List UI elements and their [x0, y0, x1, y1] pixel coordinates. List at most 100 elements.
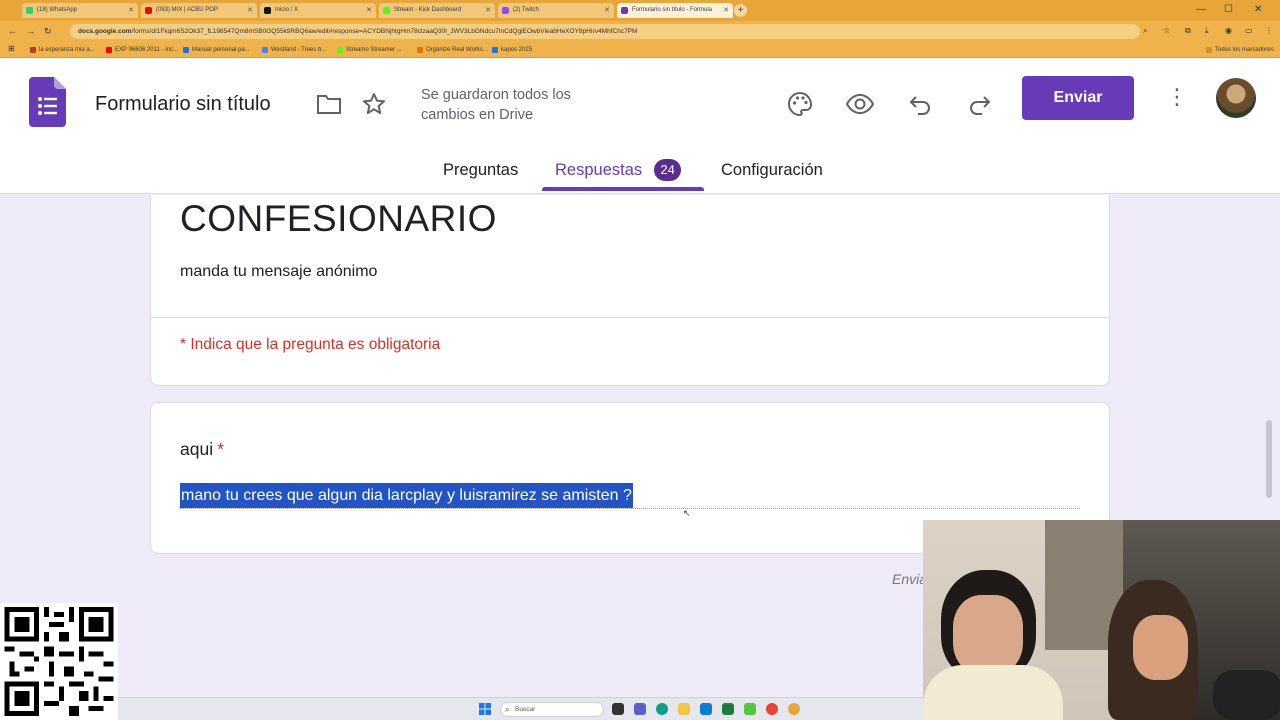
doc-icon — [492, 47, 498, 53]
tab-label: Respuestas — [555, 161, 643, 179]
menu-icon[interactable]: ⋮ — [1265, 26, 1273, 35]
forms-header: Formulario sin título Se guardaron todos… — [0, 58, 1280, 194]
url-field[interactable]: docs.google.com/forms/d/1Fkqm6S2Ok37_fL1… — [70, 24, 1140, 39]
close-icon[interactable]: ✕ — [247, 3, 253, 18]
close-icon[interactable]: ✕ — [604, 3, 610, 18]
kick-icon — [383, 7, 390, 14]
question-label: aqui * — [180, 439, 224, 460]
bookmark-item[interactable]: kapos 2025 — [492, 44, 532, 56]
browser-tab-x[interactable]: Inicio / X ✕ — [260, 3, 376, 18]
bookmark-item[interactable]: Westland - Trees b... — [262, 44, 326, 56]
browser-tab-twitch[interactable]: (2) Twitch ✕ — [498, 3, 614, 18]
search-placeholder: Buscar — [515, 706, 536, 713]
webcam-overlay — [923, 520, 1280, 720]
microphone — [1213, 670, 1280, 720]
bookmark-icon — [30, 47, 36, 53]
folder-icon[interactable] — [315, 90, 343, 118]
globe-icon — [262, 47, 268, 53]
responses-count-badge: 24 — [654, 159, 682, 181]
browser-tab-kick[interactable]: Stream - Kick Dashboard ✕ — [379, 3, 495, 18]
profile-icon[interactable]: ◉ — [1225, 26, 1232, 35]
star-icon[interactable] — [360, 90, 388, 118]
chrome-icon[interactable] — [766, 703, 778, 715]
more-options-icon[interactable]: ⋮ — [1165, 84, 1189, 110]
bookmark-item[interactable]: EXP 96606 2011 - Inc... — [106, 44, 178, 56]
divider — [151, 317, 1109, 318]
tab-respuestas[interactable]: Respuestas 24 — [555, 159, 682, 181]
bookmark-item[interactable]: Streamo Streamer ... — [337, 44, 402, 56]
whatsapp-icon — [26, 7, 33, 14]
extensions-icon[interactable]: ⧉ — [1185, 26, 1191, 36]
zoom-icon[interactable]: ⌕ — [1143, 26, 1147, 36]
back-icon[interactable]: ← — [8, 26, 17, 36]
bookmark-label: Westland - Trees b... — [271, 47, 327, 53]
chrome-profile-icon[interactable] — [788, 703, 800, 715]
form-title: CONFESIONARIO — [180, 198, 497, 239]
webcam-person-face — [953, 595, 1023, 675]
bookmarks-bar: ⊞ la esperanza mia a... EXP 96606 2011 -… — [0, 42, 1280, 58]
close-icon[interactable]: ✕ — [485, 3, 491, 18]
task-view-icon[interactable] — [612, 703, 624, 715]
sidebar-icon[interactable]: ▭ — [1245, 26, 1253, 35]
minimize-icon[interactable]: — — [1196, 4, 1206, 15]
scrollbar[interactable] — [1266, 420, 1272, 498]
browser-tab-youtube[interactable]: (083) MIX | ACBU POP ✕ — [141, 3, 257, 18]
avatar[interactable] — [1216, 78, 1256, 118]
forward-icon[interactable]: → — [26, 26, 35, 36]
store-icon[interactable] — [700, 703, 712, 715]
tab-label: (18) WhatsApp — [37, 7, 78, 13]
globe-icon — [417, 47, 423, 53]
maximize-icon[interactable]: ☐ — [1224, 4, 1233, 15]
close-icon[interactable]: ✕ — [723, 3, 729, 18]
save-status-line: cambios en Drive — [421, 107, 534, 123]
answer-text-selected[interactable]: mano tu crees que algun dia larcplay y l… — [180, 483, 633, 508]
send-button[interactable]: Enviar — [1022, 76, 1134, 120]
bookmark-item[interactable]: Manual personal pa... — [183, 44, 250, 56]
new-tab-button[interactable]: + — [734, 4, 747, 17]
browser-tab-whatsapp[interactable]: (18) WhatsApp ✕ — [22, 3, 138, 18]
google-forms-icon — [621, 7, 628, 14]
taskbar-search[interactable]: ⌕ Buscar — [500, 702, 604, 717]
preview-eye-icon[interactable] — [846, 90, 874, 118]
bookmark-label: Manual personal pa... — [192, 47, 250, 53]
x-logo-icon — [264, 7, 271, 14]
webcam-person-shirt — [923, 665, 1063, 720]
bookmark-item[interactable]: la esperanza mia a... — [30, 44, 95, 56]
google-forms-logo-icon[interactable] — [29, 77, 66, 127]
kick-icon — [337, 47, 343, 53]
browser-tab-forms[interactable]: Formulario sin título - Formula ✕ — [617, 3, 733, 18]
close-icon[interactable]: ✕ — [366, 3, 372, 18]
teams-icon[interactable] — [634, 703, 646, 715]
file-explorer-icon[interactable] — [678, 703, 690, 715]
all-bookmarks[interactable]: Todos los marcadores — [1206, 44, 1274, 56]
bookmark-star-icon[interactable]: ☆ — [1163, 26, 1170, 35]
redo-icon[interactable] — [966, 90, 994, 118]
apps-grid-icon[interactable]: ⊞ — [8, 44, 15, 53]
bookmark-label: Streamo Streamer ... — [346, 47, 402, 53]
download-icon[interactable]: ⤓ — [1205, 26, 1209, 36]
url-path: /forms/d/1Fkqm6S2Ok37_fL198547Qm8mSB0GQ5… — [131, 28, 638, 35]
bookmark-item[interactable]: Organize Real Works... — [417, 44, 488, 56]
close-window-icon[interactable]: ✕ — [1254, 4, 1262, 15]
reload-icon[interactable]: ↻ — [44, 26, 52, 37]
tab-configuracion[interactable]: Configuración — [721, 161, 823, 180]
windows-taskbar: ⌕ Buscar — [118, 697, 923, 720]
windows-start-icon[interactable] — [479, 703, 491, 715]
excel-icon[interactable] — [722, 703, 734, 715]
folder-icon — [1206, 47, 1212, 53]
edge-icon[interactable] — [656, 703, 668, 715]
undo-icon[interactable] — [906, 90, 934, 118]
mouse-cursor-icon: ↖ — [683, 508, 691, 518]
app-icon[interactable] — [744, 703, 756, 715]
answer-underline — [180, 508, 1080, 509]
save-status-line: Se guardaron todos los — [421, 87, 571, 103]
palette-icon[interactable] — [786, 90, 814, 118]
active-tab-indicator — [542, 187, 704, 191]
document-title[interactable]: Formulario sin título — [95, 93, 271, 116]
save-status: Se guardaron todos los cambios en Drive — [421, 85, 571, 125]
tab-label: Formulario sin título - Formula — [632, 7, 713, 13]
webcam-person-face — [1133, 615, 1188, 680]
close-icon[interactable]: ✕ — [128, 3, 134, 18]
address-bar-row: ← → ↻ docs.google.com/forms/d/1Fkqm6S2Ok… — [0, 21, 1280, 42]
tab-preguntas[interactable]: Preguntas — [443, 161, 518, 180]
